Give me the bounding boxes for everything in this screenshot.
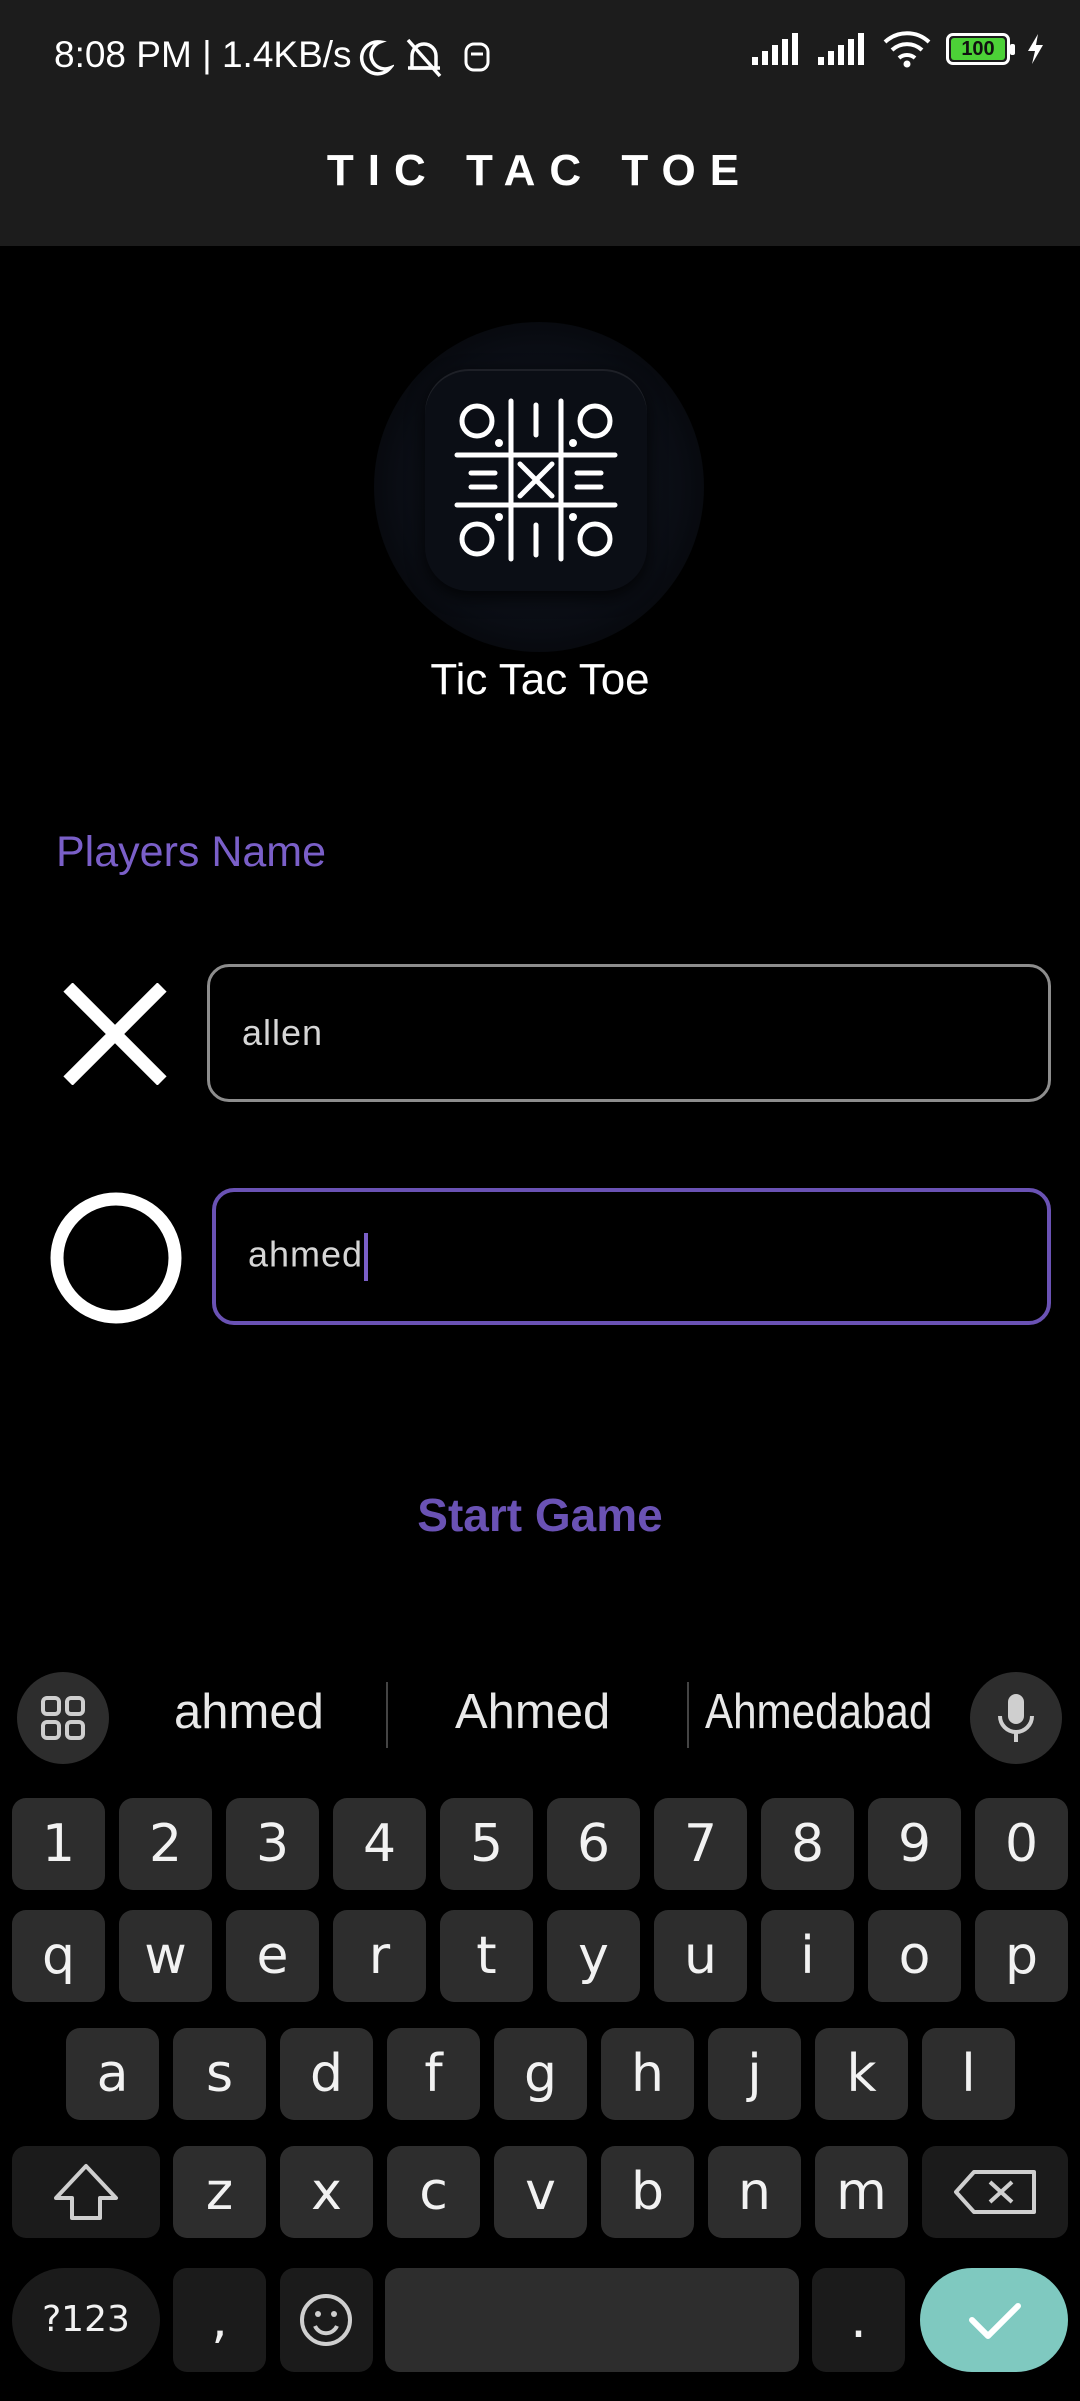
signal-icon	[752, 33, 798, 65]
key-x[interactable]: x	[280, 2146, 373, 2238]
key-y[interactable]: y	[547, 1910, 640, 2002]
key-v[interactable]: v	[494, 2146, 587, 2238]
text-caret	[364, 1232, 369, 1281]
x-player-icon	[63, 983, 167, 1085]
suggestion-2[interactable]: Ahmed	[455, 1684, 610, 1740]
battery-level: 100	[961, 38, 995, 60]
status-bar: 8:08 PM | 1.4KB/s 100	[0, 0, 1080, 118]
key-e[interactable]: e	[226, 1910, 319, 2002]
app-title: TIC TAC TOE	[326, 146, 754, 195]
start-game-button[interactable]: Start Game	[0, 1487, 1080, 1543]
checkmark-icon	[969, 2303, 1021, 2339]
backspace-icon	[954, 2170, 1036, 2214]
backspace-key[interactable]	[922, 2146, 1068, 2238]
emoji-key[interactable]	[280, 2268, 373, 2372]
shift-key[interactable]	[12, 2146, 160, 2238]
suggestion-bar: ahmed Ahmed Ahmedabad	[0, 1642, 1080, 1790]
period-key[interactable]: .	[812, 2268, 905, 2372]
key-p[interactable]: p	[975, 1910, 1068, 2002]
grid-icon	[41, 1696, 85, 1740]
do-not-disturb-icon	[359, 40, 394, 76]
players-section-label: Players Name	[56, 828, 327, 876]
key-0[interactable]: 0	[975, 1798, 1068, 1890]
key-q[interactable]: q	[12, 1910, 105, 2002]
key-t[interactable]: t	[440, 1910, 533, 2002]
key-z[interactable]: z	[173, 2146, 266, 2238]
signal-icon-2	[818, 33, 864, 65]
key-n[interactable]: n	[708, 2146, 801, 2238]
muted-bell-icon	[406, 38, 442, 78]
voice-input-button[interactable]	[970, 1672, 1062, 1764]
key-4[interactable]: 4	[333, 1798, 426, 1890]
key-i[interactable]: i	[761, 1910, 854, 2002]
logo-title: Tic Tac Toe	[430, 655, 650, 704]
key-m[interactable]: m	[815, 2146, 908, 2238]
charging-icon	[1028, 34, 1043, 64]
key-3[interactable]: 3	[226, 1798, 319, 1890]
player-x-name-input[interactable]: allen	[207, 964, 1051, 1102]
suggestion-divider	[687, 1682, 689, 1748]
status-time: 8:08 PM | 1.4KB/s	[54, 34, 352, 75]
suggestion-divider	[386, 1682, 388, 1748]
key-u[interactable]: u	[654, 1910, 747, 2002]
space-key[interactable]	[385, 2268, 799, 2372]
app-logo	[425, 369, 647, 591]
key-d[interactable]: d	[280, 2028, 373, 2120]
key-f[interactable]: f	[387, 2028, 480, 2120]
emoji-icon	[300, 2294, 352, 2346]
key-s[interactable]: s	[173, 2028, 266, 2120]
robot-icon	[464, 42, 490, 72]
wifi-icon	[883, 31, 931, 68]
key-6[interactable]: 6	[547, 1798, 640, 1890]
key-c[interactable]: c	[387, 2146, 480, 2238]
key-7[interactable]: 7	[654, 1798, 747, 1890]
microphone-icon	[998, 1694, 1034, 1742]
key-j[interactable]: j	[708, 2028, 801, 2120]
key-2[interactable]: 2	[119, 1798, 212, 1890]
status-icons: 100	[750, 30, 1046, 68]
symbols-key[interactable]: ?123	[12, 2268, 160, 2372]
app-bar: TIC TAC TOE	[0, 118, 1080, 246]
key-a[interactable]: a	[66, 2028, 159, 2120]
key-r[interactable]: r	[333, 1910, 426, 2002]
tic-tac-toe-logo-icon	[454, 398, 618, 562]
player-o-name-value: ahmed	[248, 1233, 364, 1275]
apps-grid-button[interactable]	[17, 1672, 109, 1764]
key-5[interactable]: 5	[440, 1798, 533, 1890]
comma-key[interactable]: ,	[173, 2268, 266, 2372]
key-g[interactable]: g	[494, 2028, 587, 2120]
shift-icon	[54, 2164, 118, 2220]
player-x-name-value: allen	[242, 1012, 324, 1053]
soft-keyboard: ahmed Ahmed Ahmedabad 1 2 3 4 5 6 7 8 9 …	[0, 1642, 1080, 2400]
key-h[interactable]: h	[601, 2028, 694, 2120]
key-1[interactable]: 1	[12, 1798, 105, 1890]
o-player-icon	[50, 1192, 182, 1324]
enter-key[interactable]	[920, 2268, 1068, 2372]
player-o-name-wrapper: ahmed	[248, 1232, 369, 1281]
player-o-name-input[interactable]: ahmed	[212, 1188, 1051, 1325]
battery-icon: 100	[946, 33, 1015, 65]
suggestion-3[interactable]: Ahmedabad	[705, 1684, 932, 1740]
key-l[interactable]: l	[922, 2028, 1015, 2120]
key-o[interactable]: o	[868, 1910, 961, 2002]
key-9[interactable]: 9	[868, 1798, 961, 1890]
key-b[interactable]: b	[601, 2146, 694, 2238]
key-8[interactable]: 8	[761, 1798, 854, 1890]
key-w[interactable]: w	[119, 1910, 212, 2002]
suggestion-1[interactable]: ahmed	[174, 1684, 324, 1740]
key-k[interactable]: k	[815, 2028, 908, 2120]
